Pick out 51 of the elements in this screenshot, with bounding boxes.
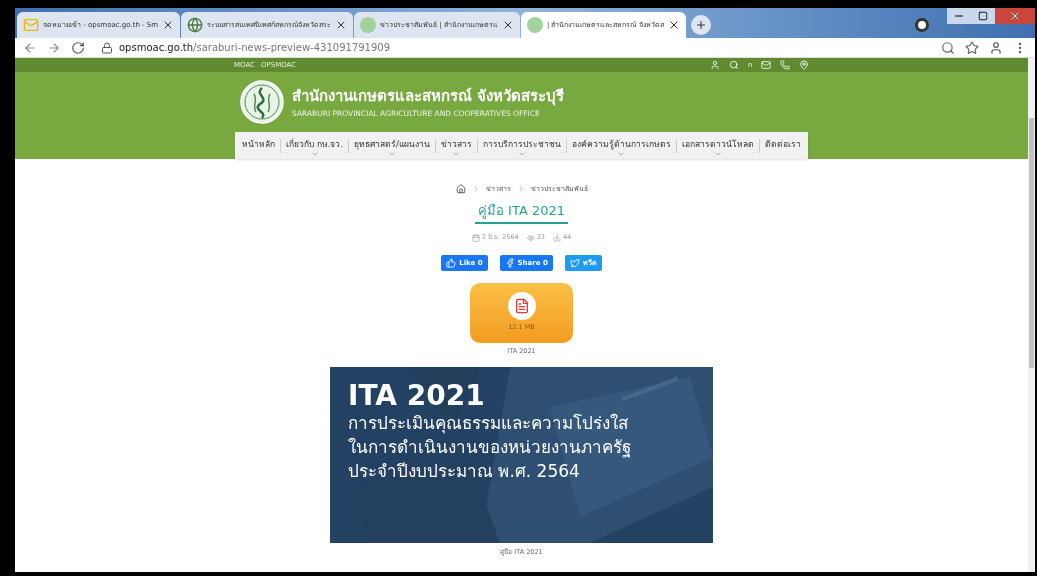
- eye-icon: [526, 233, 535, 242]
- caret-icon: [713, 150, 723, 158]
- url-text: opsmoac.go.th/saraburi-news-preview-431091791909: [119, 41, 391, 55]
- banner-text: การประเมินคุณธรรมและความโปร่งใส: [348, 412, 629, 436]
- nav-item[interactable]: เกี่ยวกับ กษ.จว.: [281, 133, 349, 158]
- banner-text: ประจำปีงบประมาณ พ.ศ. 2564: [348, 459, 581, 483]
- caret-icon: [517, 150, 527, 158]
- scrollbar[interactable]: [1028, 58, 1035, 572]
- extension-icon[interactable]: [915, 18, 929, 32]
- new-tab-button[interactable]: [690, 15, 711, 35]
- site-icon: [526, 17, 543, 33]
- facebook-icon: [504, 257, 515, 268]
- map-pin-icon[interactable]: [799, 60, 809, 70]
- star-icon[interactable]: [965, 40, 979, 55]
- maximize-icon: [978, 11, 988, 21]
- nav-item[interactable]: ติดต่อเรา: [760, 133, 806, 158]
- user-icon[interactable]: [710, 60, 720, 70]
- zoom-icon[interactable]: [941, 40, 955, 55]
- site-title: สำนักงานเกษตรและสหกรณ์ จังหวัดสระบุรี: [292, 86, 565, 108]
- calendar-icon: [471, 233, 480, 242]
- nav-item[interactable]: หน้าหลัก: [237, 133, 280, 158]
- nav-item[interactable]: การบริการประชาชน: [478, 133, 566, 158]
- nav-item[interactable]: เอกสารดาวน์โหลด: [677, 133, 759, 158]
- search-icon[interactable]: [729, 60, 739, 70]
- lock-icon: [101, 41, 113, 54]
- minimize-button[interactable]: [947, 8, 971, 24]
- site-icon: [360, 17, 377, 33]
- envelope-icon[interactable]: [761, 60, 771, 70]
- banner-text: ในการดำเนินงานของหน่วยงานภาครัฐ: [348, 435, 632, 460]
- nav-item[interactable]: องค์ความรู้ด้านการเกษตร: [567, 133, 676, 158]
- forward-icon[interactable]: [47, 40, 61, 55]
- mail-icon: [23, 17, 39, 33]
- home-icon[interactable]: [455, 184, 466, 195]
- bird-icon: [569, 257, 580, 268]
- pdf-icon: [507, 292, 536, 321]
- back-icon[interactable]: [23, 40, 37, 55]
- thumbs-up-icon: [446, 257, 457, 268]
- emblem-logo: [240, 80, 284, 124]
- profile-icon[interactable]: [989, 40, 1003, 55]
- address-field[interactable]: opsmoac.go.th/saraburi-news-preview-431091791909: [95, 38, 931, 57]
- phone-icon[interactable]: [780, 60, 790, 70]
- nav-item[interactable]: ข่าวสาร: [436, 133, 477, 158]
- globe-icon: [187, 17, 204, 33]
- plus-icon: [694, 19, 707, 31]
- maximize-button[interactable]: [971, 8, 995, 24]
- close-icon: [1009, 10, 1021, 22]
- banner-heading: ITA 2021: [348, 378, 486, 413]
- download-icon: [552, 233, 561, 242]
- reload-icon[interactable]: [71, 40, 85, 55]
- nav-item[interactable]: ยุทธศาสตร์/แผนงาน: [349, 133, 435, 158]
- article-title: คู่มือ ITA 2021: [475, 200, 568, 224]
